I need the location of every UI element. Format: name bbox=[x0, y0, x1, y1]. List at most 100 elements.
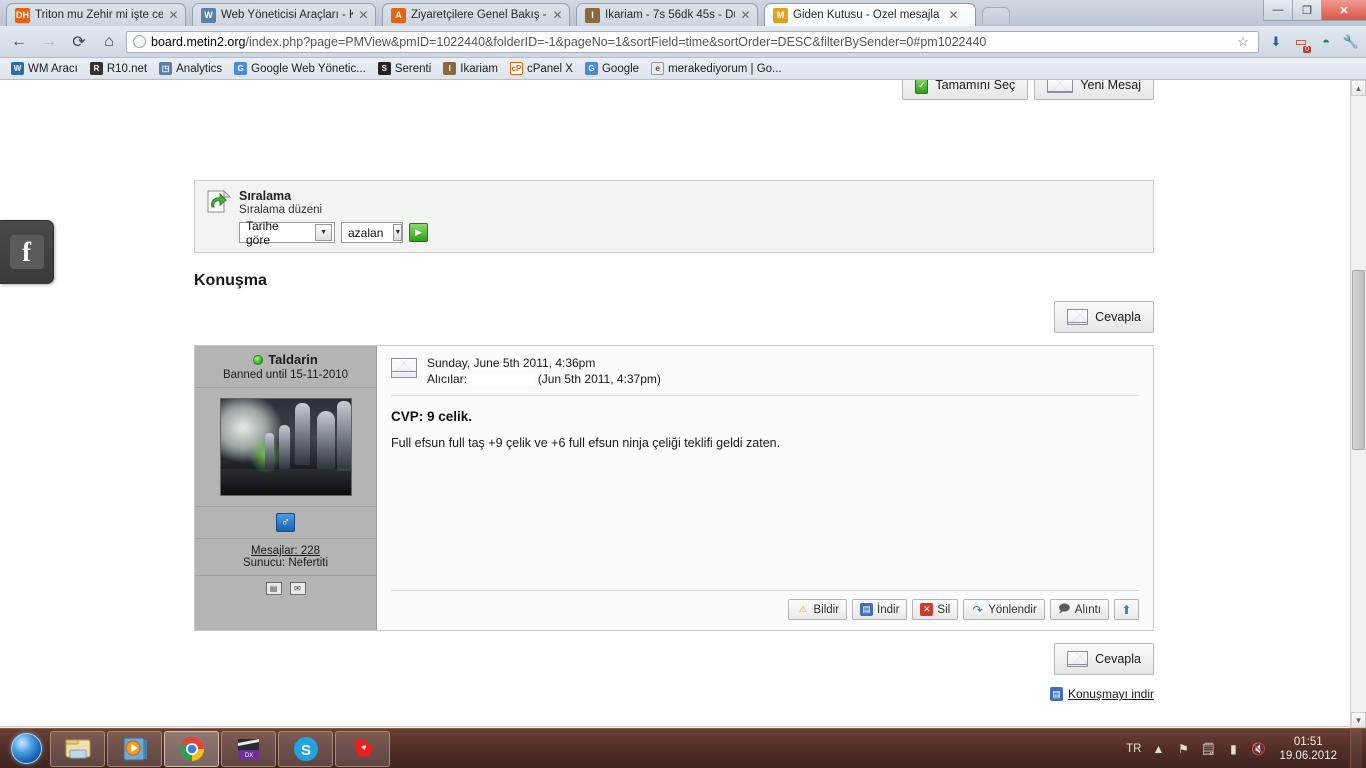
system-tray: TR ▲ ⚑ 🗒 ▮ 🔇 01:51 19.06.2012 bbox=[1126, 728, 1366, 768]
bookmark-label: cPanel X bbox=[526, 62, 573, 75]
tab-title: Ikariam - 7s 56dk 45s - Dün bbox=[605, 9, 735, 21]
adblock-icon[interactable]: ▭ 0 bbox=[1292, 33, 1311, 53]
save-icon: ▤ bbox=[860, 603, 874, 616]
browser-tab-1[interactable]: DH Triton mu Zehir mi işte cev ✕ bbox=[6, 3, 186, 26]
chevron-down-icon[interactable]: ▼ bbox=[315, 224, 332, 241]
show-desktop-button[interactable] bbox=[1350, 728, 1362, 768]
volume-muted-icon[interactable]: 🔇 bbox=[1250, 741, 1266, 757]
taskbar-item-media-player[interactable] bbox=[107, 730, 162, 767]
delete-button[interactable]: ✕ Sil bbox=[912, 599, 959, 620]
recipients-read-time: (Jun 5th 2011, 4:37pm) bbox=[537, 372, 661, 386]
network-icon[interactable]: ▮ bbox=[1225, 741, 1241, 757]
browser-tab-3[interactable]: A Ziyaretçilere Genel Bakış - G ✕ bbox=[382, 3, 570, 26]
bookmarks-bar: W WM Aracı R R10.net ◳ Analytics G Google We… bbox=[0, 58, 1366, 80]
download-button[interactable]: ▤ İndir bbox=[852, 599, 908, 620]
browser-tab-4[interactable]: I Ikariam - 7s 56dk 45s - Dün ✕ bbox=[576, 3, 758, 26]
home-icon[interactable]: ⌂ bbox=[96, 29, 122, 55]
send-message-icon[interactable]: ✉ bbox=[289, 582, 306, 595]
bookmark-serenti[interactable]: S Serenti bbox=[373, 61, 436, 76]
reply-button-bottom[interactable]: Cevapla bbox=[1054, 643, 1154, 675]
quote-button[interactable]: 🗩 Alıntı bbox=[1049, 599, 1109, 620]
taskbar-item-chrome[interactable] bbox=[164, 730, 219, 767]
new-tab-button[interactable] bbox=[982, 7, 1010, 24]
address-bar[interactable]: board.metin2.org/index.php?page=PMView&p… bbox=[126, 30, 1259, 53]
bookmark-wm-araci[interactable]: W WM Aracı bbox=[6, 61, 83, 76]
new-message-button[interactable]: Yeni Mesaj bbox=[1034, 80, 1154, 100]
action-center-icon[interactable]: 🗒 bbox=[1200, 741, 1216, 757]
tab-close-icon[interactable]: ✕ bbox=[948, 9, 959, 21]
select-all-button[interactable]: ✓ Tamamını Seç bbox=[902, 80, 1029, 100]
check-icon: ✓ bbox=[915, 80, 929, 94]
bookmark-r10[interactable]: R R10.net bbox=[85, 61, 152, 76]
reply-envelope-icon bbox=[1067, 651, 1089, 667]
message-body: Full efsun full taş +9 çelik ve +6 full … bbox=[391, 436, 781, 450]
reply-button-top[interactable]: Cevapla bbox=[1054, 301, 1154, 333]
forward-icon[interactable]: → bbox=[36, 29, 62, 55]
scrollbar-up-arrow-icon[interactable]: ▲ bbox=[1351, 80, 1366, 96]
download-icon[interactable]: ⬇ bbox=[1267, 33, 1285, 51]
avatar-reflection bbox=[220, 469, 351, 495]
maximize-button[interactable]: ❐ bbox=[1292, 0, 1321, 21]
wrench-icon[interactable]: 🔧 bbox=[1342, 33, 1360, 51]
profile-icon[interactable]: ▤ bbox=[265, 582, 282, 595]
taskbar-clock[interactable]: 01:51 19.06.2012 bbox=[1275, 735, 1341, 763]
posts-count-link[interactable]: Mesajlar: 228 bbox=[199, 545, 372, 557]
quote-icon: 🗩 bbox=[1058, 603, 1071, 615]
download-conversation-link[interactable]: Konuşmayı indir bbox=[1068, 687, 1154, 701]
sort-field-select[interactable]: Tarihe göre ▼ bbox=[239, 219, 335, 247]
report-button[interactable]: ⚠ Bildir bbox=[788, 599, 848, 620]
tab-title: Ziyaretçilere Genel Bakış - G bbox=[411, 9, 547, 21]
reload-icon[interactable]: ⟳ bbox=[66, 29, 92, 55]
bookmark-google-webmaster[interactable]: G Google Web Yönetic... bbox=[229, 61, 371, 76]
folder-icon bbox=[65, 739, 90, 758]
gender-cell: ♂ bbox=[195, 507, 376, 539]
bookmark-ikariam[interactable]: I Ikariam bbox=[438, 61, 503, 76]
start-button[interactable] bbox=[3, 732, 49, 766]
extension-icon[interactable]: ◓ bbox=[1317, 33, 1335, 51]
taskbar-item-skype[interactable]: S bbox=[278, 730, 333, 767]
facebook-share-tab[interactable]: f bbox=[0, 220, 54, 284]
male-icon: ♂ bbox=[276, 513, 295, 532]
taskbar-item-explorer[interactable] bbox=[50, 730, 105, 767]
message-header: Sunday, June 5th 2011, 4:36pm Alıcılar: … bbox=[391, 356, 1139, 396]
bookmark-merakediyorum[interactable]: e merakediyorum | Go... bbox=[646, 61, 787, 76]
tab-close-icon[interactable]: ✕ bbox=[740, 9, 751, 21]
svg-text:S: S bbox=[300, 742, 310, 759]
taskbar-item-video-editor[interactable]: DX bbox=[221, 730, 276, 767]
tab-close-icon[interactable]: ✕ bbox=[358, 9, 369, 21]
flag-icon[interactable]: ⚑ bbox=[1175, 741, 1191, 757]
close-button[interactable]: ✕ bbox=[1321, 0, 1366, 21]
scroll-to-top-button[interactable]: ⬆ bbox=[1114, 599, 1139, 620]
tab-close-icon[interactable]: ✕ bbox=[552, 9, 563, 21]
sort-order-select[interactable]: azalan ▼ bbox=[341, 222, 403, 243]
sort-controls: Tarihe göre ▼ azalan ▼ ▶ bbox=[239, 219, 428, 247]
minimize-button[interactable]: — bbox=[1263, 0, 1292, 21]
bookmark-cpanel[interactable]: cP cPanel X bbox=[505, 61, 578, 76]
tab-close-icon[interactable]: ✕ bbox=[168, 9, 179, 21]
browser-tab-2[interactable]: W Web Yöneticisi Araçları - Ka ✕ bbox=[192, 3, 376, 26]
browser-tab-5-active[interactable]: M Giden Kutusu - Özel mesajla ✕ bbox=[764, 3, 976, 26]
windows-taskbar: DX S TR ▲ ⚑ 🗒 ▮ 🔇 01:51 19.06.2012 bbox=[0, 728, 1366, 768]
sort-field-value: Tarihe göre bbox=[246, 218, 279, 247]
reply-label: Cevapla bbox=[1095, 310, 1141, 324]
adblock-count: 0 bbox=[1303, 45, 1311, 53]
bookmark-google[interactable]: G Google bbox=[580, 61, 644, 76]
back-icon[interactable]: ← bbox=[6, 29, 32, 55]
scrollbar-thumb[interactable] bbox=[1352, 270, 1365, 450]
sort-submit-button[interactable]: ▶ bbox=[409, 223, 428, 242]
clock-date: 19.06.2012 bbox=[1279, 749, 1337, 762]
language-indicator[interactable]: TR bbox=[1126, 743, 1141, 755]
forward-icon: ↷ bbox=[972, 602, 983, 617]
taskbar-item-utorrent[interactable] bbox=[335, 730, 390, 767]
chevron-down-icon[interactable]: ▼ bbox=[393, 224, 403, 241]
skype-icon: S bbox=[293, 736, 318, 761]
author-name[interactable]: Taldarin bbox=[268, 352, 318, 367]
show-hidden-icons-icon[interactable]: ▲ bbox=[1150, 741, 1166, 757]
scrollbar-down-arrow-icon[interactable]: ▼ bbox=[1351, 712, 1366, 728]
bookmark-analytics[interactable]: ◳ Analytics bbox=[154, 61, 227, 76]
forward-button[interactable]: ↷ Yönlendir bbox=[963, 599, 1045, 620]
page-info-icon[interactable] bbox=[133, 35, 146, 48]
vertical-scrollbar[interactable]: ▲ ▼ bbox=[1350, 80, 1366, 728]
recipient-name-redacted bbox=[470, 374, 535, 386]
star-icon[interactable]: ☆ bbox=[1234, 33, 1252, 51]
